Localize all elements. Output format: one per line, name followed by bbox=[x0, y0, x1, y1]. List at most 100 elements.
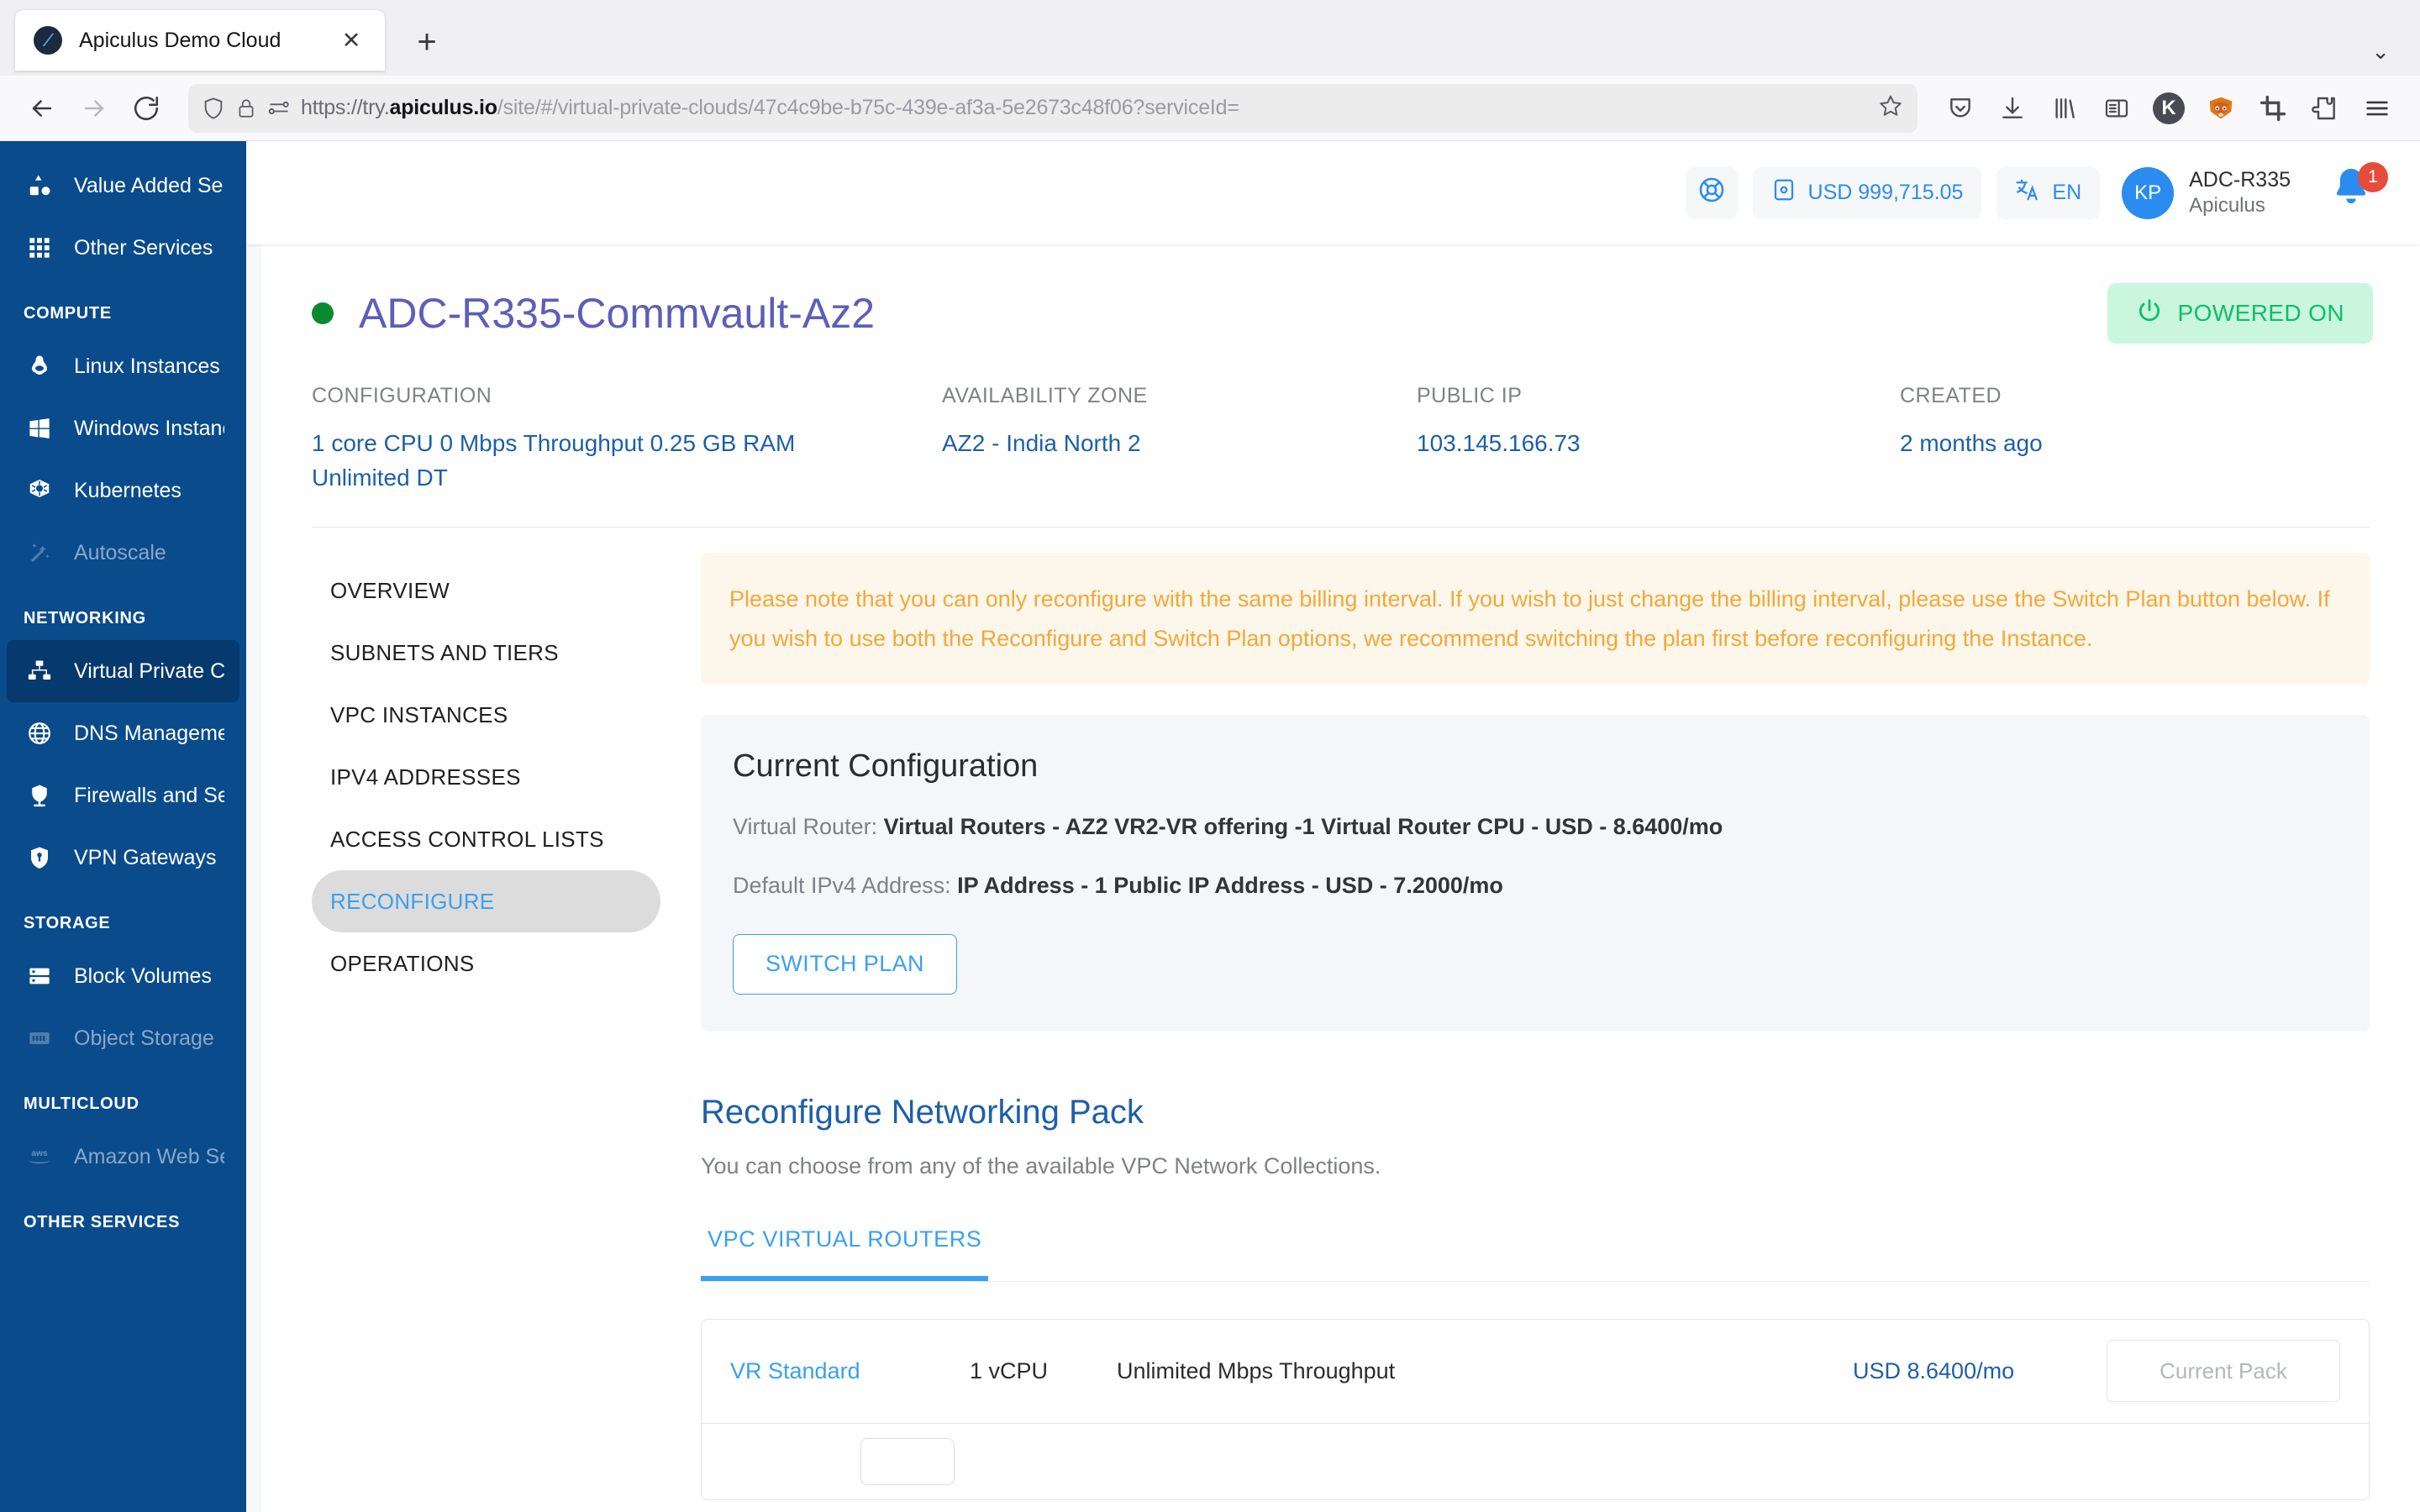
close-icon[interactable]: ✕ bbox=[336, 25, 366, 55]
notifications-button[interactable]: 1 bbox=[2328, 161, 2388, 223]
side-menu-item-reconfigure[interactable]: RECONFIGURE bbox=[312, 870, 660, 933]
address-bar[interactable]: https://try.apiculus.io/site/#/virtual-p… bbox=[188, 83, 1918, 133]
sidebar-item-other-services[interactable]: Other Services bbox=[7, 217, 239, 279]
browser-tab[interactable]: ∕ Apiculus Demo Cloud ✕ bbox=[15, 10, 385, 71]
sidebar-item-firewalls-and-security[interactable]: Firewalls and Security bbox=[7, 764, 239, 827]
screenshot-crop-icon[interactable] bbox=[2249, 84, 2297, 133]
hamburger-menu-icon[interactable] bbox=[2353, 84, 2402, 133]
sidebar-item-label: Firewalls and Security bbox=[74, 783, 224, 807]
sidebar-item-label: Block Volumes bbox=[74, 963, 212, 988]
side-menu-item-overview[interactable]: OVERVIEW bbox=[312, 559, 660, 622]
sidebar-item-linux-instances[interactable]: Linux Instances bbox=[7, 335, 239, 397]
detail-side-menu: OVERVIEW SUBNETS AND TIERS VPC INSTANCES… bbox=[312, 553, 660, 1499]
library-icon[interactable] bbox=[2040, 84, 2089, 133]
apiculus-logo-icon: ∕ bbox=[34, 26, 62, 55]
sidebar-section-compute: COMPUTE bbox=[24, 304, 112, 323]
aws-icon: aws bbox=[24, 1147, 55, 1167]
windows-icon bbox=[24, 417, 55, 440]
sidebar-item-label: Virtual Private Clouds bbox=[74, 659, 224, 683]
page-title: ADC-R335-Commvault-Az2 bbox=[359, 290, 876, 337]
url-text[interactable]: https://try.apiculus.io/site/#/virtual-p… bbox=[301, 96, 1867, 120]
current-config-virtual-router: Virtual Router: Virtual Routers - AZ2 VR… bbox=[733, 811, 2338, 843]
tab-vpc-virtual-routers[interactable]: VPC VIRTUAL ROUTERS bbox=[701, 1226, 989, 1281]
sidebar-item-amazon-web-services: aws Amazon Web Services bbox=[7, 1126, 239, 1188]
sidebar-item-label: Autoscale bbox=[74, 540, 166, 564]
sidebar-section-other-services: OTHER SERVICES bbox=[24, 1213, 181, 1231]
detail-body: OVERVIEW SUBNETS AND TIERS VPC INSTANCES… bbox=[261, 528, 2420, 1500]
back-icon[interactable] bbox=[18, 85, 66, 132]
current-configuration-title: Current Configuration bbox=[733, 748, 1039, 785]
sidebar-item-label: Value Added Services bbox=[74, 173, 224, 197]
wallet-balance-button[interactable]: USD 999,715.05 bbox=[1752, 166, 1982, 219]
sidebar-item-autoscale: Autoscale bbox=[7, 522, 239, 584]
extensions-puzzle-icon[interactable] bbox=[2301, 84, 2349, 133]
sidebar-item-label: Kubernetes bbox=[74, 478, 182, 502]
reload-icon[interactable] bbox=[123, 85, 170, 132]
globe-icon bbox=[24, 721, 55, 746]
main-area: USD 999,715.05 EN KP ADC-R335 Apiculus 1… bbox=[246, 141, 2420, 1512]
sidebar-item-value-added-services[interactable]: Value Added Services bbox=[7, 155, 239, 217]
sidebar-item-dns-management[interactable]: DNS Management bbox=[7, 702, 239, 764]
table-row[interactable]: VR Standard 1 vCPU Unlimited Mbps Throug… bbox=[702, 1320, 2369, 1424]
side-menu-item-ipv4-addresses[interactable]: IPV4 ADDRESSES bbox=[312, 746, 660, 808]
browser-toolbar: https://try.apiculus.io/site/#/virtual-p… bbox=[0, 76, 2420, 141]
permissions-icon[interactable] bbox=[267, 97, 291, 120]
row-label: Virtual Router: bbox=[733, 814, 878, 840]
pack-name[interactable]: VR Standard bbox=[730, 1358, 970, 1384]
side-menu-item-access-control-lists[interactable]: ACCESS CONTROL LISTS bbox=[312, 808, 660, 870]
reconfigure-section-subtitle: You can choose from any of the available… bbox=[701, 1152, 1381, 1179]
user-org: Apiculus bbox=[2189, 194, 2265, 218]
page-content: ADC-R335-Commvault-Az2 POWERED ON CONFIG… bbox=[261, 244, 2420, 1512]
meta-label: AVAILABILITY ZONE bbox=[942, 384, 1148, 407]
meta-value[interactable]: 2 months ago bbox=[1900, 427, 2043, 461]
power-icon bbox=[2136, 297, 2163, 330]
sidebar-item-windows-instances[interactable]: Windows Instances bbox=[7, 397, 239, 459]
user-menu[interactable]: KP ADC-R335 Apiculus bbox=[2122, 166, 2291, 219]
storage-bucket-icon bbox=[24, 1026, 55, 1050]
current-configuration-card: Current Configuration Virtual Router: Vi… bbox=[701, 715, 2370, 1032]
power-status-badge[interactable]: POWERED ON bbox=[2107, 283, 2373, 344]
sidebar-item-block-volumes[interactable]: Block Volumes bbox=[7, 945, 239, 1007]
tab-title: Apiculus Demo Cloud bbox=[79, 28, 281, 52]
tab-strip: ∕ Apiculus Demo Cloud ✕ + ⌄ bbox=[0, 0, 2420, 76]
shield-icon[interactable] bbox=[202, 97, 225, 120]
downloads-icon[interactable] bbox=[1988, 84, 2037, 133]
pocket-icon[interactable] bbox=[1936, 84, 1985, 133]
meta-value[interactable]: 1 core CPU 0 Mbps Throughput 0.25 GB RAM… bbox=[312, 427, 808, 495]
shapes-icon bbox=[24, 173, 55, 198]
side-menu-item-subnets-and-tiers[interactable]: SUBNETS AND TIERS bbox=[312, 622, 660, 684]
lifebuoy-icon bbox=[1697, 176, 1726, 210]
meta-value[interactable]: 103.145.166.73 bbox=[1417, 427, 1900, 461]
sidebar-item-label: Object Storage bbox=[74, 1026, 214, 1050]
new-tab-button[interactable]: + bbox=[403, 18, 450, 66]
wallet-balance-label: USD 999,715.05 bbox=[1807, 181, 1964, 204]
user-name: ADC-R335 bbox=[2189, 167, 2291, 192]
pack-action: Current Pack bbox=[2105, 1340, 2340, 1403]
side-menu-item-operations[interactable]: OPERATIONS bbox=[312, 932, 660, 995]
bookmark-star-icon[interactable] bbox=[1877, 92, 1904, 123]
switch-plan-button[interactable]: SWITCH PLAN bbox=[733, 933, 957, 995]
row-label: Default IPv4 Address: bbox=[733, 872, 951, 898]
sidebar-item-label: Windows Instances bbox=[74, 416, 224, 440]
sidebar-item-label: DNS Management bbox=[74, 721, 224, 745]
support-button[interactable] bbox=[1685, 166, 1738, 219]
application: Value Added Services Other Services COMP… bbox=[0, 141, 2420, 1512]
firewall-icon bbox=[24, 783, 55, 808]
chevron-down-icon[interactable]: ⌄ bbox=[2371, 40, 2390, 62]
meta-value[interactable]: AZ2 - India North 2 bbox=[942, 427, 1417, 461]
reader-view-icon[interactable] bbox=[2092, 84, 2141, 133]
sidebar-section-multicloud: MULTICLOUD bbox=[24, 1095, 139, 1113]
server-stack-icon bbox=[24, 964, 55, 988]
networking-pack-table: VR Standard 1 vCPU Unlimited Mbps Throug… bbox=[701, 1318, 2370, 1500]
sidebar-section-networking: NETWORKING bbox=[24, 609, 146, 627]
sidebar-item-kubernetes[interactable]: Kubernetes bbox=[7, 459, 239, 522]
kasper-extension-icon[interactable]: K bbox=[2144, 84, 2193, 133]
lock-icon[interactable] bbox=[235, 97, 257, 119]
meta-configuration: CONFIGURATION 1 core CPU 0 Mbps Throughp… bbox=[312, 384, 942, 495]
sidebar-item-vpn-gateways[interactable]: VPN Gateways bbox=[7, 827, 239, 889]
language-button[interactable]: EN bbox=[1996, 166, 2101, 219]
sidebar-item-virtual-private-clouds[interactable]: Virtual Private Clouds bbox=[7, 640, 239, 702]
metamask-icon[interactable] bbox=[2196, 84, 2245, 133]
sidebar-item-object-storage: Object Storage bbox=[7, 1007, 239, 1069]
side-menu-item-vpc-instances[interactable]: VPC INSTANCES bbox=[312, 684, 660, 746]
